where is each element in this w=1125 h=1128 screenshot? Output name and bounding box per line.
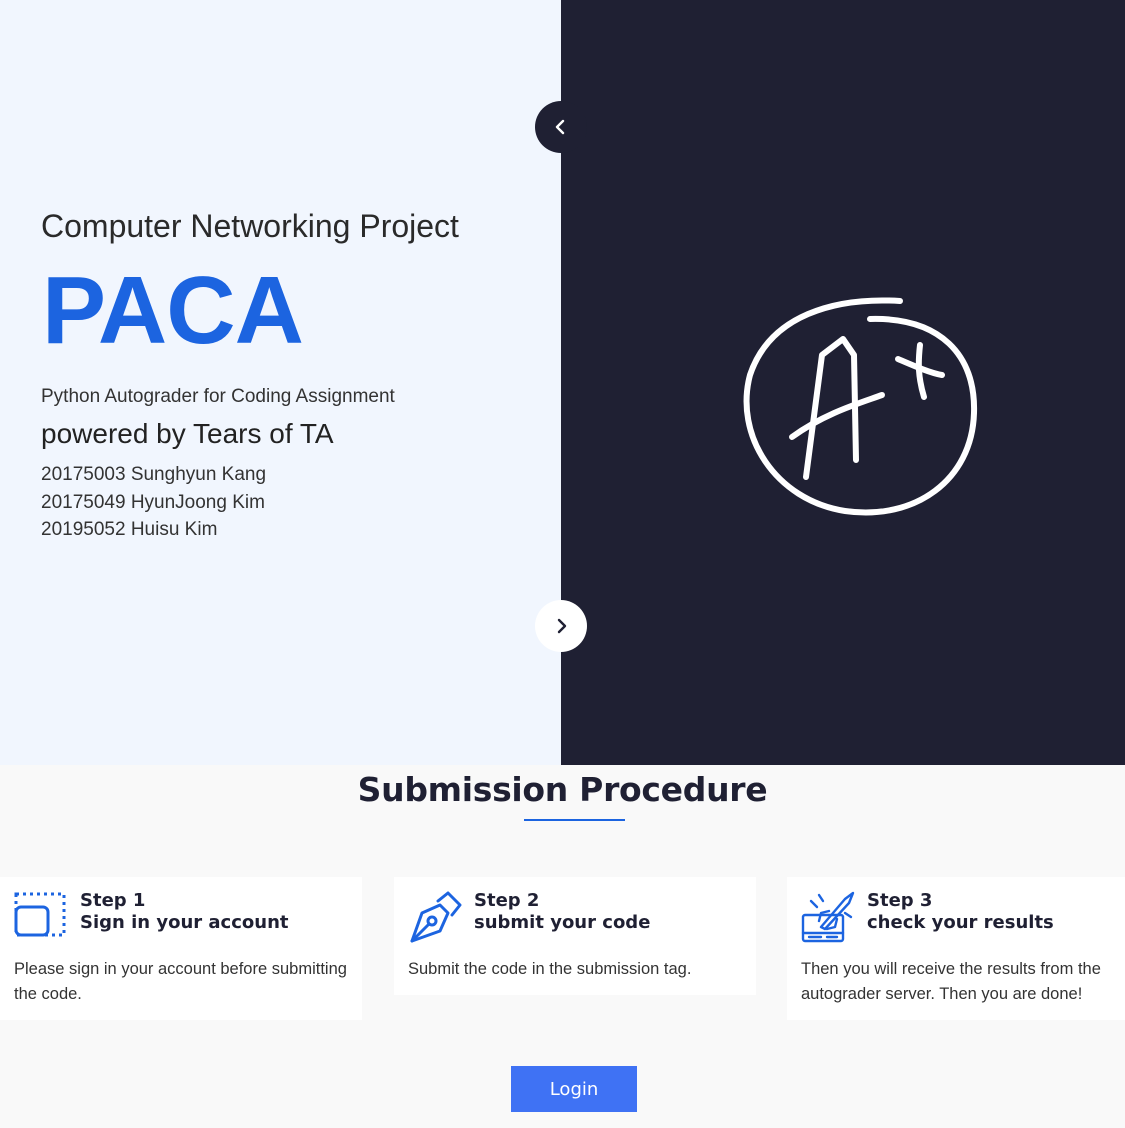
pen-nib-icon [410,891,462,943]
step-description: Submit the code in the submission tag. [408,960,692,978]
login-button[interactable]: Login [511,1066,637,1112]
step-heading: submit your code [474,912,651,933]
member-item: 20175003 Sunghyun Kang [41,464,267,485]
step-description: Then you will receive the results from t… [801,960,1101,1003]
title-underline [524,819,625,821]
carousel-prev-button[interactable] [535,101,587,153]
brand-title: PACA [42,257,304,364]
step-number: Step 2 [474,890,540,911]
member-item: 20175049 HyunJoong Kim [41,491,265,513]
chevron-left-icon [555,119,565,135]
procedure-title: Submission Procedure [357,770,768,809]
a-plus-grade-icon [743,297,978,516]
chevron-right-icon [557,618,567,634]
carousel-next-button[interactable] [535,600,587,652]
step-card-2: Step 2 submit your code Submit the code … [394,877,756,995]
step-description: Please sign in your account before submi… [14,960,347,1003]
sign-in-frame-icon [14,892,66,937]
hero-carousel: Computer Networking Project PACA Python … [0,0,1125,765]
rocket-launch-icon [801,891,855,943]
powered-by: powered by Tears of TA [41,418,334,449]
hero-text-panel: Computer Networking Project PACA Python … [0,0,561,765]
member-list: 20175003 Sunghyun Kang 20175049 HyunJoon… [41,461,266,544]
step-number: Step 3 [867,890,933,911]
member-item: 20195052 Huisu Kim [41,519,218,540]
project-subtitle: Computer Networking Project [41,208,459,244]
step-heading: check your results [867,912,1054,933]
step-card-1: Step 1 Sign in your account Please sign … [0,877,362,1020]
tagline: Python Autograder for Coding Assignment [41,386,395,407]
step-heading: Sign in your account [80,912,289,933]
step-number: Step 1 [80,890,146,911]
step-card-3: Step 3 check your results Then you will … [787,877,1125,1020]
